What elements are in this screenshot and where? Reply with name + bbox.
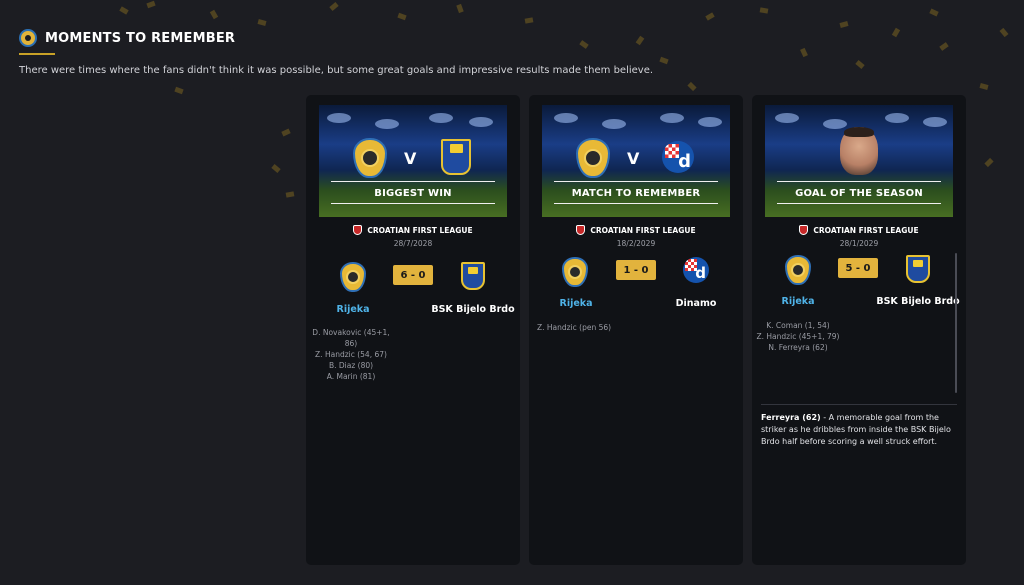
match-date: 18/2/2029 (616, 239, 656, 248)
biggest-win-card[interactable]: V BIGGEST WIN CROATIAN FIRST LEAGUE 28/7… (306, 95, 520, 565)
score-badge[interactable]: 1 - 0 (616, 260, 656, 280)
scrollbar[interactable] (955, 253, 957, 393)
away-crest-icon[interactable] (461, 262, 485, 290)
scorer-line: Z. Handzic (54, 67) (315, 350, 387, 359)
score-badge[interactable]: 5 - 0 (838, 258, 878, 278)
scorer-line: B. Diaz (80) (328, 361, 374, 370)
away-crest-icon[interactable]: d (683, 257, 709, 283)
card-banner: GOAL OF THE SEASON (765, 105, 953, 217)
away-crest-icon[interactable] (906, 255, 930, 283)
goal-scorers-list: K. Coman (1, 54) Z. Handzic (45+1, 79) N… (752, 320, 844, 353)
league-name: CROATIAN FIRST LEAGUE (367, 225, 473, 235)
page-title: MOMENTS TO REMEMBER (45, 30, 236, 46)
title-underline (19, 53, 55, 55)
banner-label: BIGGEST WIN (374, 188, 452, 199)
card-banner: V d MATCH TO REMEMBER (542, 105, 730, 217)
banner-label: MATCH TO REMEMBER (571, 188, 701, 199)
versus-label: V (404, 149, 417, 168)
home-team-name[interactable]: Rijeka (771, 296, 825, 307)
away-team-name[interactable]: BSK Bijelo Brdo (876, 296, 960, 307)
croatian-league-icon (353, 225, 363, 235)
trophy-medal-icon (19, 29, 37, 47)
banner-label: GOAL OF THE SEASON (795, 188, 923, 199)
goal-description: Ferreyra (62) - A memorable goal from th… (761, 412, 957, 448)
league-name: CROATIAN FIRST LEAGUE (813, 225, 919, 235)
divider (761, 404, 957, 405)
scorer-line: N. Ferreyra (62) (768, 343, 828, 352)
scorer-line: K. Coman (1, 54) (766, 321, 830, 330)
league-name: CROATIAN FIRST LEAGUE (590, 225, 696, 235)
scorer-line: 86) (344, 339, 358, 348)
versus-label: V (627, 149, 640, 168)
league-row: CROATIAN FIRST LEAGUE (306, 225, 520, 235)
rijeka-crest-icon (353, 138, 387, 178)
page-subtitle: There were times where the fans didn't t… (19, 65, 654, 76)
home-crest-icon[interactable] (340, 262, 366, 292)
croatian-league-icon (576, 225, 586, 235)
away-team-name[interactable]: BSK Bijelo Brdo (428, 304, 518, 315)
card-banner: V BIGGEST WIN (319, 105, 507, 217)
home-crest-icon[interactable] (785, 255, 811, 285)
home-team-name[interactable]: Rijeka (549, 298, 603, 309)
page-header: MOMENTS TO REMEMBER (19, 29, 235, 47)
home-crest-icon[interactable] (562, 257, 588, 287)
goal-scorers-list: Z. Handzic (pen 56) (529, 322, 619, 333)
goal-of-the-season-card[interactable]: GOAL OF THE SEASON CROATIAN FIRST LEAGUE… (752, 95, 966, 565)
dinamo-crest-icon: d (662, 141, 694, 173)
match-date: 28/1/2029 (839, 239, 879, 248)
bsk-bijelo-brdo-crest-icon (441, 139, 471, 175)
league-row: CROATIAN FIRST LEAGUE (529, 225, 743, 235)
rijeka-crest-icon (576, 138, 610, 178)
match-date: 28/7/2028 (393, 239, 433, 248)
scorer-line: Z. Handzic (pen 56) (536, 323, 612, 332)
scorer-line: D. Novakovic (45+1, (312, 328, 390, 337)
croatian-league-icon (799, 225, 809, 235)
score-badge[interactable]: 6 - 0 (393, 265, 433, 285)
scorer-line: Z. Handzic (45+1, 79) (756, 332, 840, 341)
goal-scorer[interactable]: Ferreyra (62) (761, 413, 821, 422)
scorer-line: A. Marin (81) (326, 372, 376, 381)
player-portrait (840, 127, 878, 175)
match-to-remember-card[interactable]: V d MATCH TO REMEMBER CROATIAN FIRST LEA… (529, 95, 743, 565)
league-row: CROATIAN FIRST LEAGUE (752, 225, 966, 235)
away-team-name[interactable]: Dinamo (659, 298, 733, 309)
goal-scorers-list: D. Novakovic (45+1, 86) Z. Handzic (54, … (306, 327, 396, 382)
home-team-name[interactable]: Rijeka (326, 304, 380, 315)
